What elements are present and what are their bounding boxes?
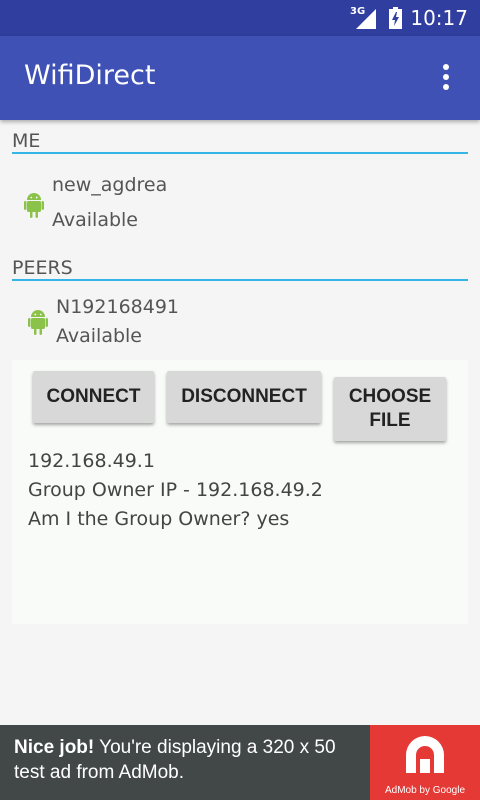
peer-device-name: N192168491 xyxy=(56,296,180,318)
me-device-row[interactable]: new_agdrea Available xyxy=(0,165,480,235)
signal-icon xyxy=(356,9,376,29)
ad-banner[interactable]: Nice job! You're displaying a 320 x 50 t… xyxy=(0,725,480,800)
group-owner-status-text: Am I the Group Owner? yes xyxy=(28,508,290,530)
admob-logo: AdMob by Google xyxy=(370,725,480,800)
app-title: WifiDirect xyxy=(24,60,156,91)
device-detail-panel: CONNECT DISCONNECT CHOOSE FILE 192.168.4… xyxy=(12,360,468,624)
choose-file-label-line1: CHOOSE xyxy=(348,386,432,407)
disconnect-button[interactable]: DISCONNECT xyxy=(167,371,321,423)
android-icon xyxy=(28,310,48,335)
app-bar: WifiDirect xyxy=(0,36,480,120)
my-device-name: new_agdrea xyxy=(52,174,168,196)
device-ip-text: 192.168.49.1 xyxy=(28,450,155,472)
admob-caption: AdMob by Google xyxy=(384,785,466,796)
overflow-menu-icon[interactable] xyxy=(436,64,456,94)
choose-file-button[interactable]: CHOOSE FILE xyxy=(334,377,446,441)
me-section-header: ME xyxy=(12,130,468,154)
android-icon xyxy=(24,193,44,218)
choose-file-label-line2: FILE xyxy=(369,410,411,431)
peer-device-status: Available xyxy=(56,325,143,347)
battery-icon xyxy=(389,7,402,29)
status-bar: 3G 10:17 xyxy=(0,0,480,36)
peer-list-item[interactable]: N192168491 Available xyxy=(0,292,480,362)
admob-icon xyxy=(406,736,444,773)
peers-section-header: PEERS xyxy=(12,257,468,281)
connect-button[interactable]: CONNECT xyxy=(33,371,154,423)
group-owner-ip-text: Group Owner IP - 192.168.49.2 xyxy=(28,479,323,501)
ad-text-bold: Nice job! xyxy=(14,737,95,758)
clock: 10:17 xyxy=(410,6,468,30)
my-device-status: Available xyxy=(52,209,139,231)
ad-text: Nice job! You're displaying a 320 x 50 t… xyxy=(14,735,364,785)
